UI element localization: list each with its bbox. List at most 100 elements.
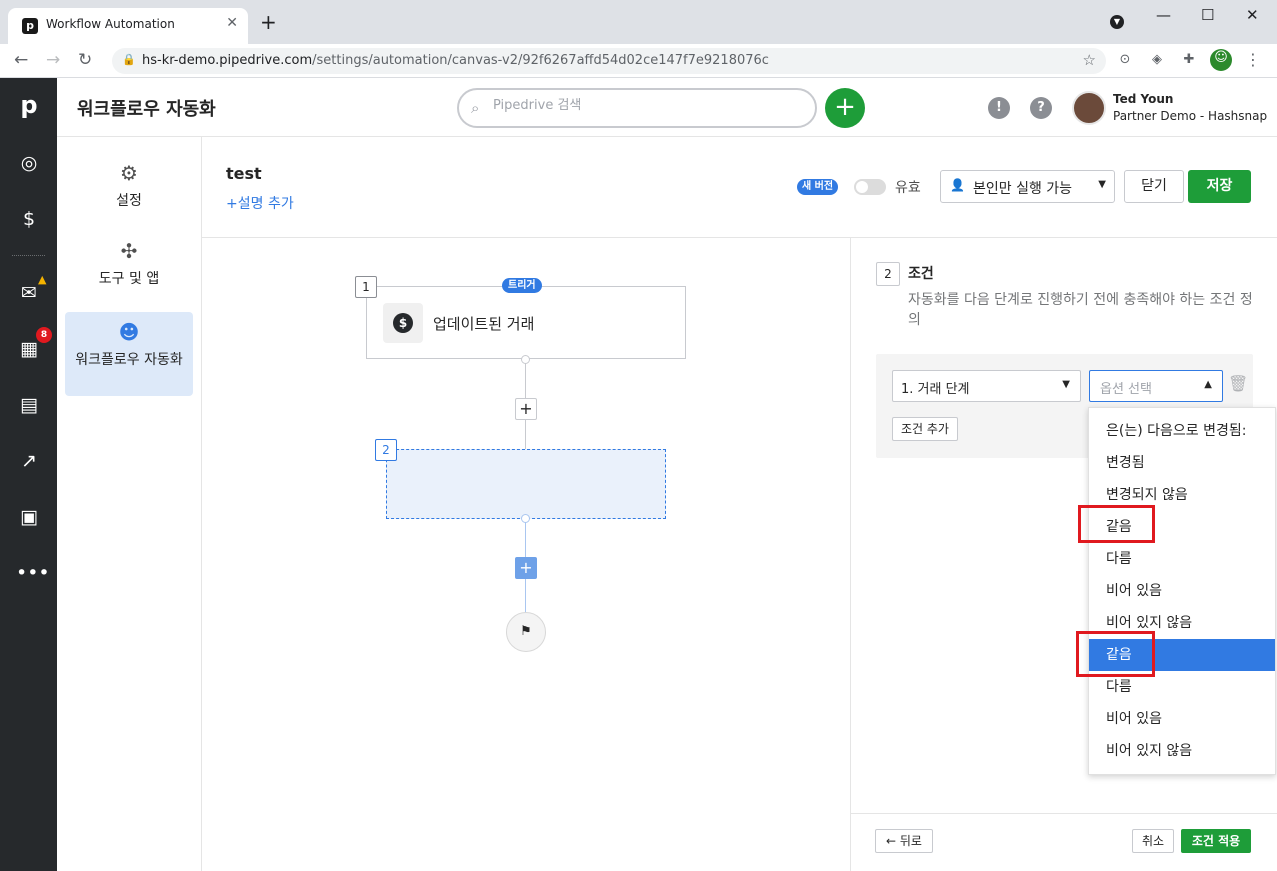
calendar-badge: 8 xyxy=(36,327,52,343)
cancel-button[interactable]: 취소 xyxy=(1132,829,1174,853)
sidebar-item-settings[interactable]: ⚙ 설정 xyxy=(65,161,193,213)
connector-dot xyxy=(521,355,530,364)
settings-sidebar: ⚙ 설정 ✣ 도구 및 앱 ☻ 워크플로우 자동화 xyxy=(57,137,202,871)
panel-description: 자동화를 다음 단계로 진행하기 전에 충족해야 하는 조건 정의 xyxy=(908,292,1253,328)
sidebar-item-label: 도구 및 앱 xyxy=(98,271,160,287)
panel-footer-divider xyxy=(851,813,1277,814)
operator-select[interactable]: 옵션 선택 ▲ xyxy=(1089,370,1223,402)
page-title: 워크플로우 자동화 xyxy=(77,99,216,120)
step-number: 1 xyxy=(355,276,377,298)
deal-icon-box: $ xyxy=(383,303,423,343)
add-description-link[interactable]: +설명 추가 xyxy=(226,193,294,213)
pipedrive-logo-icon[interactable]: p xyxy=(16,92,42,118)
sidebar-item-label: 설정 xyxy=(116,193,142,209)
caret-up-icon: ▲ xyxy=(1204,379,1212,390)
back-arrow-icon[interactable]: ← xyxy=(14,50,28,70)
reload-icon[interactable]: ↻ xyxy=(78,50,92,70)
search-icon: ⌕ xyxy=(471,99,480,117)
add-condition-button[interactable]: 조건 추가 xyxy=(892,417,958,441)
annotation-highlight-box xyxy=(1076,631,1155,677)
puzzle-icon[interactable]: ✚ xyxy=(1180,51,1198,69)
dropdown-option[interactable]: 비어 있음 xyxy=(1089,575,1275,607)
browser-tab[interactable]: p Workflow Automation ✕ xyxy=(8,8,248,44)
more-menu-icon[interactable]: ⋮ xyxy=(1244,51,1262,69)
panel-step-number: 2 xyxy=(876,262,900,286)
tips-lightbulb-icon[interactable]: ! xyxy=(988,97,1010,119)
trash-icon[interactable]: 🗑 xyxy=(1228,374,1248,393)
maximize-window-button[interactable]: ☐ xyxy=(1201,6,1214,24)
dropdown-option[interactable]: 다름 xyxy=(1089,543,1275,575)
help-icon[interactable]: ? xyxy=(1030,97,1052,119)
quick-add-button[interactable]: + xyxy=(825,88,865,128)
dropdown-option[interactable]: 비어 있음 xyxy=(1089,703,1275,735)
search-input[interactable] xyxy=(493,98,793,113)
dropdown-option[interactable]: 변경됨 xyxy=(1089,447,1275,479)
user-avatar[interactable] xyxy=(1072,91,1106,125)
arrow-left-icon: ← xyxy=(886,834,900,848)
valid-toggle[interactable] xyxy=(854,179,886,195)
close-window-button[interactable]: ✕ xyxy=(1246,6,1259,24)
warning-icon: ▲ xyxy=(38,273,47,286)
forward-arrow-icon[interactable]: → xyxy=(46,50,60,70)
user-name: Ted Youn xyxy=(1113,92,1174,106)
caret-down-icon: ▼ xyxy=(1062,379,1070,390)
sidebar-item-tools[interactable]: ✣ 도구 및 앱 xyxy=(65,239,193,291)
close-button[interactable]: 닫기 xyxy=(1124,170,1184,203)
deals-dollar-icon[interactable]: $ xyxy=(16,206,42,232)
field-select-value: 1. 거래 단계 xyxy=(901,382,970,397)
sidebar-item-workflow-automation[interactable]: ☻ 워크플로우 자동화 xyxy=(65,312,193,396)
operator-select-placeholder: 옵션 선택 xyxy=(1100,382,1152,397)
condition-step-placeholder[interactable] xyxy=(386,449,666,519)
browser-toolbar: ← → ↻ 🔒 hs-kr-demo.pipedrive.com/setting… xyxy=(0,44,1277,78)
back-label: 뒤로 xyxy=(899,834,922,848)
trigger-badge: 트리거 xyxy=(502,278,542,293)
dropdown-option[interactable]: 은(는) 다음으로 변경됨: xyxy=(1089,415,1275,447)
field-select[interactable]: 1. 거래 단계 ▼ xyxy=(892,370,1081,402)
step-number: 2 xyxy=(375,439,397,461)
search-box[interactable]: ⌕ xyxy=(457,88,817,128)
connector-dot xyxy=(521,514,530,523)
more-dots-icon[interactable]: ••• xyxy=(16,560,50,586)
workflow-canvas: $ 업데이트된 거래 1 트리거 + 2 + ⚑ xyxy=(202,238,850,871)
apply-condition-button[interactable]: 조건 적용 xyxy=(1181,829,1251,853)
bookmark-star-icon[interactable]: ☆ xyxy=(1083,51,1096,69)
robot-icon: ☻ xyxy=(118,320,140,344)
trigger-step-card[interactable]: $ 업데이트된 거래 xyxy=(366,286,686,359)
annotation-highlight-box xyxy=(1078,505,1155,543)
minimize-window-button[interactable]: — xyxy=(1156,6,1171,24)
run-permission-select[interactable]: 👤 본인만 실행 가능 ▼ xyxy=(940,170,1115,203)
insights-chart-icon[interactable]: ↗ xyxy=(16,448,42,474)
back-button[interactable]: ← 뒤로 xyxy=(875,829,933,853)
user-company: Partner Demo - Hashsnap xyxy=(1113,109,1268,123)
close-tab-icon[interactable]: ✕ xyxy=(226,15,238,31)
finish-flag-icon: ⚑ xyxy=(506,612,546,652)
caret-down-icon: ▼ xyxy=(1098,179,1106,190)
main-nav-rail: p ◎ $ ✉ ▲ ▦ 8 ▤ ↗ ▣ ••• xyxy=(0,78,57,871)
workflow-header: test +설명 추가 새 버전 유효 👤 본인만 실행 가능 ▼ 닫기 저장 xyxy=(202,137,1277,238)
sidebar-item-label: 워크플로우 자동화 xyxy=(75,352,183,368)
add-step-button[interactable]: + xyxy=(515,557,537,579)
leads-target-icon[interactable]: ◎ xyxy=(16,150,42,176)
tools-icon: ✣ xyxy=(120,239,138,263)
address-bar[interactable]: 🔒 hs-kr-demo.pipedrive.com/settings/auto… xyxy=(112,48,1106,74)
lock-icon: 🔒 xyxy=(122,53,136,66)
save-button[interactable]: 저장 xyxy=(1188,170,1251,203)
extension-icon[interactable]: ⊙ xyxy=(1116,51,1134,69)
add-step-button[interactable]: + xyxy=(515,398,537,420)
workflow-name[interactable]: test xyxy=(226,164,262,183)
new-version-badge: 새 버전 xyxy=(797,179,839,195)
person-icon: 👤 xyxy=(950,178,965,192)
pipedrive-favicon-icon: p xyxy=(22,18,38,34)
tab-search-icon[interactable]: ▼ xyxy=(1110,15,1124,29)
extension-icon[interactable]: ◈ xyxy=(1148,51,1166,69)
profile-avatar-icon[interactable]: ☺ xyxy=(1210,49,1232,71)
new-tab-button[interactable]: + xyxy=(260,12,277,32)
contacts-icon[interactable]: ▤ xyxy=(16,392,42,418)
valid-label: 유효 xyxy=(895,180,921,196)
gear-icon: ⚙ xyxy=(120,161,138,185)
trigger-name: 업데이트된 거래 xyxy=(433,315,535,333)
app-header: 워크플로우 자동화 ⌕ + ! ? Ted Youn Partner Demo … xyxy=(57,78,1277,137)
dropdown-option[interactable]: 비어 있지 않음 xyxy=(1089,735,1275,767)
operator-dropdown-menu: 은(는) 다음으로 변경됨: 변경됨 변경되지 않음 같음 다름 비어 있음 비… xyxy=(1088,407,1276,775)
products-box-icon[interactable]: ▣ xyxy=(16,504,42,530)
